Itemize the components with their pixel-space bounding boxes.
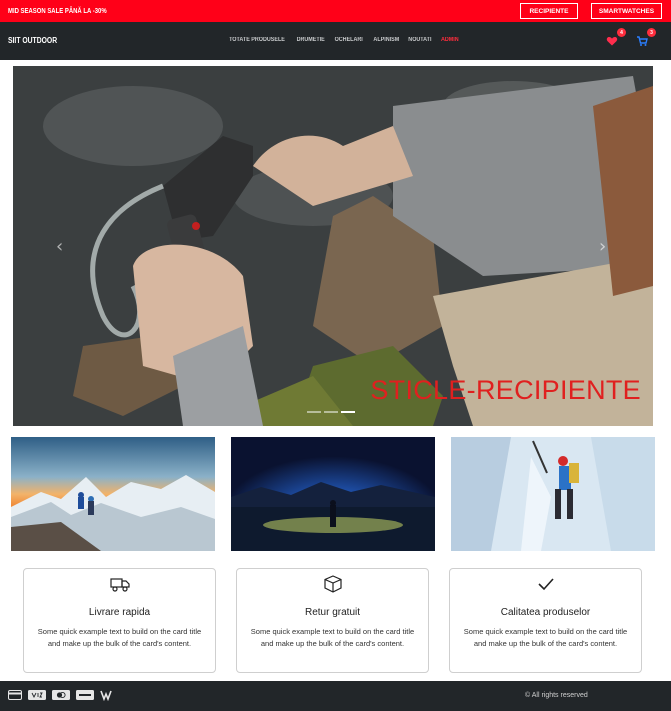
feature-card-delivery: Livrare rapida Some quick example text t…	[23, 568, 216, 673]
menu-item-ochelari[interactable]: OCHELARI	[335, 37, 363, 43]
check-icon	[538, 578, 554, 591]
brand-logo[interactable]: SIIT OUTDOOR	[8, 36, 57, 45]
footer: © All rights reserved	[0, 681, 671, 711]
feature-card-quality: Calitatea produselor Some quick example …	[449, 568, 642, 673]
feature-title: Calitatea produselor	[500, 607, 591, 618]
thumbnail-headlamp-night[interactable]	[231, 437, 435, 551]
promo-bar: MID SEASON SALE PÂNĂ LA -30% RECIPIENTE …	[0, 0, 671, 22]
feature-text: Some quick example text to build on the …	[37, 627, 202, 648]
cart-count-badge: 3	[647, 28, 656, 37]
carousel-indicator-3[interactable]	[341, 411, 355, 413]
carousel-caption: STICLE-RECIPIENTE	[370, 375, 641, 405]
cart-icon[interactable]	[636, 35, 648, 47]
menu-item-admin[interactable]: ADMIN	[441, 37, 459, 43]
recipiente-button[interactable]: RECIPIENTE	[520, 3, 578, 19]
feature-title: Livrare rapida	[88, 607, 151, 618]
credit-card-icon	[8, 690, 22, 700]
carousel-next-icon[interactable]: ›	[599, 236, 606, 257]
mastercard-icon	[52, 690, 70, 700]
wishlist-count-badge: 4	[617, 28, 626, 37]
wise-icon	[100, 690, 112, 701]
carousel-indicator-1[interactable]	[307, 411, 321, 413]
feature-card-returns: Retur gratuit Some quick example text to…	[236, 568, 429, 673]
menu-item-drumetie[interactable]: DRUMETIE	[297, 37, 325, 43]
heart-icon[interactable]	[606, 35, 618, 47]
thumbnail-ice-climber[interactable]	[451, 437, 655, 551]
feature-text: Some quick example text to build on the …	[250, 627, 415, 648]
feature-text: Some quick example text to build on the …	[463, 627, 628, 648]
navbar: SIIT OUTDOOR TOTATE PRODUSELE DRUMETIE O…	[0, 22, 671, 60]
copyright-text: © All rights reserved	[525, 692, 588, 699]
thumbnail-mountain-climbers[interactable]	[11, 437, 215, 551]
paypal-icon	[76, 690, 94, 700]
carousel-prev-icon[interactable]: ‹	[56, 236, 63, 257]
truck-icon	[110, 578, 130, 592]
carousel-indicators	[307, 411, 355, 413]
menu-item-all-products[interactable]: TOTATE PRODUSELE	[229, 37, 285, 43]
carousel-indicator-2[interactable]	[324, 411, 338, 413]
smartwatches-button[interactable]: SMARTWATCHES	[591, 3, 662, 19]
menu-item-noutati[interactable]: NOUTATI	[409, 37, 432, 43]
menu-item-alpinism[interactable]: ALPINISM	[373, 37, 399, 43]
hero-carousel[interactable]: ‹ › STICLE-RECIPIENTE	[13, 66, 653, 426]
visa-icon	[28, 690, 46, 700]
hero-image	[13, 66, 653, 426]
promo-text: MID SEASON SALE PÂNĂ LA -30%	[8, 7, 107, 15]
main-menu: TOTATE PRODUSELE DRUMETIE OCHELARI ALPIN…	[226, 37, 460, 43]
feature-title: Retur gratuit	[304, 607, 361, 618]
box-icon	[324, 575, 342, 593]
